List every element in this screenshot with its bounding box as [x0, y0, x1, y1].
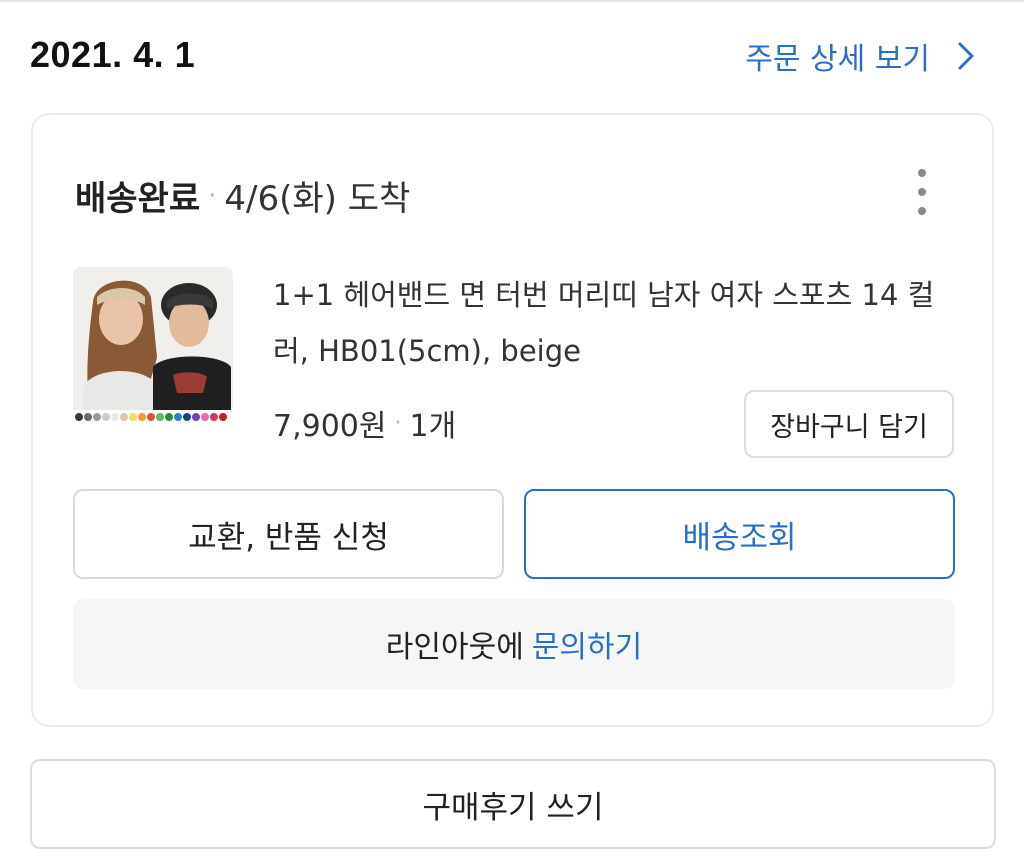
- color-swatch: [174, 413, 182, 421]
- inquiry-link[interactable]: 문의하기: [532, 622, 642, 666]
- top-divider: [0, 0, 1024, 2]
- shipment-status: 배송완료 · 4/6(화) 도착: [75, 171, 410, 220]
- product-quantity: 1개: [409, 409, 457, 444]
- track-shipment-button[interactable]: 배송조회: [524, 489, 955, 579]
- order-card: 배송완료 · 4/6(화) 도착 1+1 헤어밴드 면 터번 머리띠 남자 여자…: [31, 113, 994, 727]
- color-swatch: [84, 413, 92, 421]
- color-swatch: [111, 413, 119, 421]
- product-image: [73, 267, 233, 427]
- color-swatch: [102, 413, 110, 421]
- add-to-cart-button[interactable]: 장바구니 담기: [744, 390, 954, 458]
- separator-dot: ·: [208, 180, 217, 211]
- color-swatch: [93, 413, 101, 421]
- color-swatch: [165, 413, 173, 421]
- color-swatch: [156, 413, 164, 421]
- arrival-date: 4/6(화) 도착: [224, 179, 411, 219]
- shipment-status-label: 배송완료: [75, 179, 201, 219]
- order-detail-label: 주문 상세 보기: [745, 42, 930, 77]
- exchange-return-button[interactable]: 교환, 반품 신청: [73, 489, 504, 579]
- inquiry-bar: 라인아웃에 문의하기: [73, 599, 955, 689]
- product-thumbnail[interactable]: [73, 267, 233, 427]
- price-row: 7,900원 · 1개: [273, 401, 456, 445]
- order-detail-link[interactable]: 주문 상세 보기: [745, 34, 980, 78]
- color-swatch: [120, 413, 128, 421]
- order-history-page: 2021. 4. 1 주문 상세 보기 배송완료 · 4/6(화) 도착 1+1…: [0, 0, 1024, 865]
- more-options-icon[interactable]: [912, 169, 932, 215]
- separator-dot: ·: [394, 410, 402, 436]
- write-review-button[interactable]: 구매후기 쓰기: [30, 759, 996, 849]
- color-swatch: [75, 413, 83, 421]
- color-swatch: [201, 413, 209, 421]
- color-swatch: [210, 413, 218, 421]
- product-price: 7,900원: [273, 409, 387, 444]
- color-swatch: [147, 413, 155, 421]
- color-swatches: [75, 413, 227, 421]
- product-name[interactable]: 1+1 헤어밴드 면 터번 머리띠 남자 여자 스포츠 14 컬러, HB01(…: [273, 267, 953, 379]
- color-swatch: [183, 413, 191, 421]
- color-swatch: [129, 413, 137, 421]
- chevron-right-icon: [958, 42, 974, 70]
- color-swatch: [138, 413, 146, 421]
- inquiry-prefix: 라인아웃에: [385, 630, 524, 665]
- color-swatch: [192, 413, 200, 421]
- order-date: 2021. 4. 1: [30, 34, 196, 75]
- color-swatch: [219, 413, 227, 421]
